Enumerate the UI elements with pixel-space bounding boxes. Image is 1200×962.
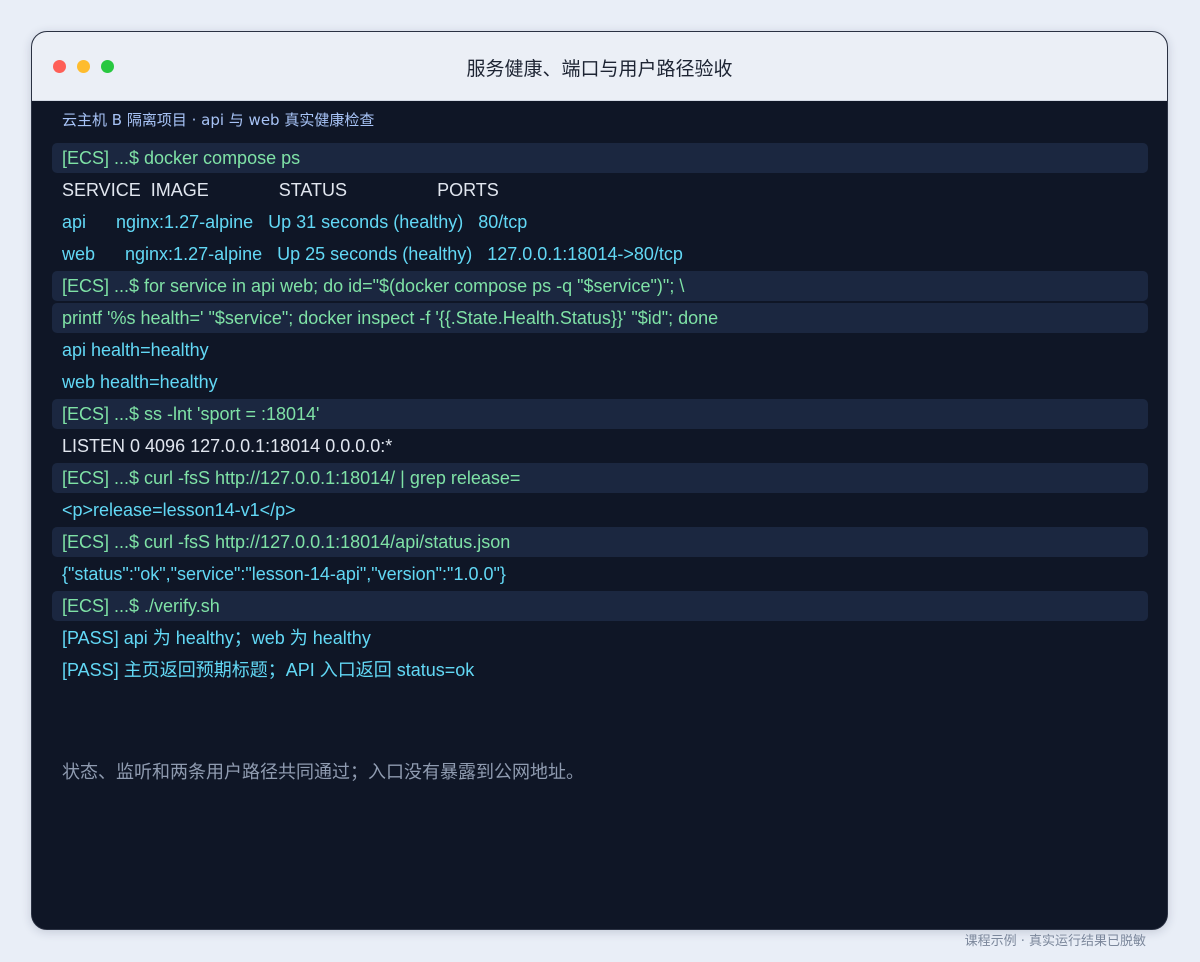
output-line: api nginx:1.27-alpine Up 31 seconds (hea…: [62, 212, 528, 232]
output-line: web health=healthy: [62, 372, 218, 392]
command-line: [ECS] ...$ ./verify.sh: [52, 591, 1148, 621]
footer-caption: 课程示例 · 真实运行结果已脱敏: [964, 934, 1146, 949]
terminal-subtitle: 云主机 B 隔离项目 · api 与 web 真实健康检查: [62, 111, 375, 129]
summary-note: 状态、监听和两条用户路径共同通过；入口没有暴露到公网地址。: [62, 762, 584, 783]
output-line: [PASS] api 为 healthy；web 为 healthy: [62, 628, 371, 648]
output-line: api health=healthy: [62, 340, 209, 360]
terminal-body[interactable]: 云主机 B 隔离项目 · api 与 web 真实健康检查 [ECS] ...$…: [32, 101, 1167, 929]
command-line: [ECS] ...$ docker compose ps: [52, 143, 1148, 173]
output-line: web nginx:1.27-alpine Up 25 seconds (hea…: [62, 244, 683, 264]
command-line: [ECS] ...$ curl -fsS http://127.0.0.1:18…: [52, 463, 1148, 493]
terminal-window: 服务健康、端口与用户路径验收 云主机 B 隔离项目 · api 与 web 真实…: [31, 31, 1168, 930]
output-line: <p>release=lesson14-v1</p>: [62, 500, 296, 520]
command-line: [ECS] ...$ curl -fsS http://127.0.0.1:18…: [52, 527, 1148, 557]
output-line: {"status":"ok","service":"lesson-14-api"…: [62, 564, 506, 584]
output-line: SERVICE IMAGE STATUS PORTS: [62, 180, 499, 200]
command-line: printf '%s health=' "$service"; docker i…: [52, 303, 1148, 333]
command-line: [ECS] ...$ for service in api web; do id…: [52, 271, 1148, 301]
output-line: LISTEN 0 4096 127.0.0.1:18014 0.0.0.0:*: [62, 436, 393, 456]
window-title: 服务健康、端口与用户路径验收: [466, 58, 733, 80]
command-line: [ECS] ...$ ss -lnt 'sport = :18014': [52, 399, 1148, 429]
output-line: [PASS] 主页返回预期标题；API 入口返回 status=ok: [62, 660, 475, 680]
title-bar: 服务健康、端口与用户路径验收: [32, 32, 1167, 101]
terminal-output: [ECS] ...$ docker compose ps SERVICE IMAG…: [52, 143, 1148, 687]
